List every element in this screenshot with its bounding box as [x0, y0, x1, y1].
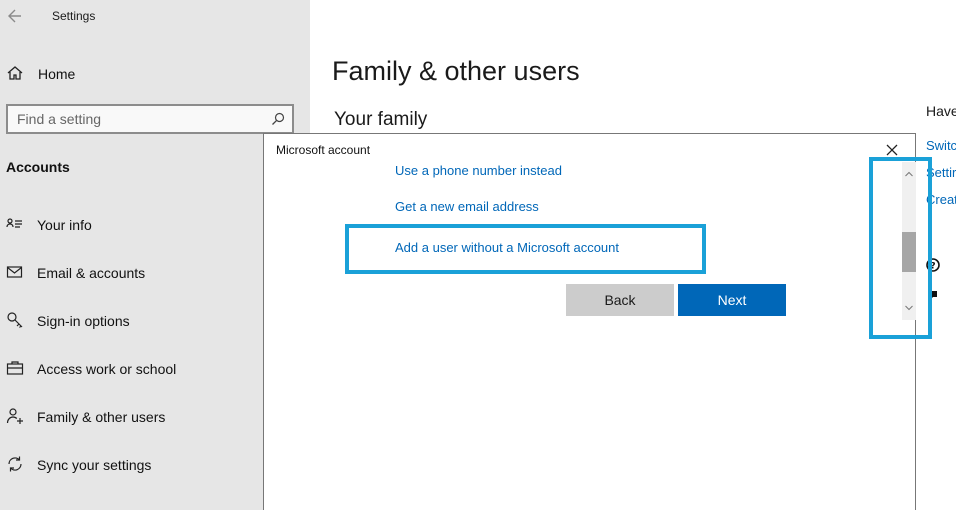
microsoft-account-dialog: Microsoft account Use a phone number ins… [263, 133, 916, 510]
sidebar-item-label: Your info [37, 217, 92, 233]
back-arrow-icon[interactable] [7, 6, 23, 26]
settings-search-box[interactable] [6, 104, 294, 134]
sidebar-item-label: Access work or school [37, 361, 177, 377]
search-input[interactable] [17, 110, 257, 128]
next-button[interactable]: Next [678, 284, 786, 316]
sidebar-item-sync-settings[interactable]: Sync your settings [0, 450, 300, 480]
sidebar-item-label: Sync your settings [37, 457, 152, 473]
briefcase-icon [6, 359, 24, 377]
sidebar-item-label: Home [38, 66, 76, 82]
person-card-icon [6, 215, 24, 233]
sidebar-item-family-other-users[interactable]: Family & other users [0, 402, 300, 432]
scrollbar-highlight-box [869, 157, 932, 339]
section-title: Your family [334, 109, 428, 130]
add-person-icon [6, 407, 24, 425]
key-icon [6, 311, 24, 329]
sidebar-item-home[interactable]: Home [0, 60, 300, 88]
get-new-email-link[interactable]: Get a new email address [395, 199, 539, 214]
home-icon [6, 64, 24, 82]
mail-icon [6, 263, 24, 281]
sync-icon [6, 455, 24, 473]
sidebar-item-your-info[interactable]: Your info [0, 210, 300, 240]
right-panel-heading: Have [926, 103, 956, 119]
dialog-title: Microsoft account [276, 143, 371, 157]
sidebar-item-email-accounts[interactable]: Email & accounts [0, 258, 300, 288]
sidebar-item-label: Family & other users [37, 409, 166, 425]
section-heading: Accounts [6, 159, 70, 175]
sidebar-item-sign-in-options[interactable]: Sign-in options [0, 306, 300, 336]
page-title: Family & other users [332, 56, 580, 86]
app-title: Settings [52, 9, 96, 23]
sidebar-item-label: Sign-in options [37, 313, 130, 329]
back-button[interactable]: Back [566, 284, 674, 316]
use-phone-number-link[interactable]: Use a phone number instead [395, 163, 562, 178]
add-user-without-microsoft-account-link[interactable]: Add a user without a Microsoft account [395, 240, 619, 255]
sidebar-item-access-work-school[interactable]: Access work or school [0, 354, 300, 384]
search-icon[interactable] [270, 111, 286, 127]
right-panel-link-1[interactable]: Switc [926, 138, 956, 153]
sidebar-item-label: Email & accounts [37, 265, 146, 281]
